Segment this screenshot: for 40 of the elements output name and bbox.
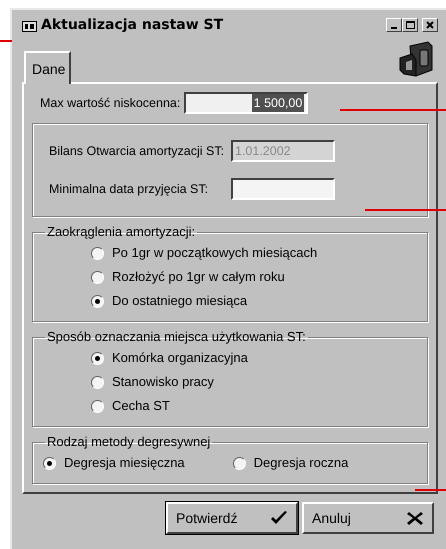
- radio-icon[interactable]: [91, 352, 104, 364]
- date-field: 1.01.2002: [231, 140, 335, 162]
- group-title: Zaokrąglenia amortyzacji:: [46, 225, 196, 238]
- radio-icon[interactable]: [91, 376, 104, 388]
- radio-option[interactable]: Degresja roczna: [232, 451, 348, 475]
- window-icon: [22, 18, 37, 32]
- group-title: Sposób oznaczania miejsca użytkowania ST:: [46, 330, 307, 343]
- leader-line: [415, 489, 446, 491]
- radio-option[interactable]: Rozłożyć po 1gr w całym roku: [91, 265, 417, 289]
- radio-icon[interactable]: [91, 246, 104, 260]
- radio-option[interactable]: Komórka organizacyjna: [91, 346, 417, 370]
- radio-icon[interactable]: [43, 456, 56, 470]
- close-icon: [426, 21, 434, 29]
- window-title: Aktualizacja nastaw ST: [41, 16, 224, 34]
- tab[interactable]: Dane: [24, 51, 72, 84]
- radio-option[interactable]: Do ostatniego miesiąca: [91, 289, 417, 313]
- logo-icon: [398, 40, 434, 78]
- radio-option[interactable]: Po 1gr w początkowych miesiącach: [91, 241, 417, 265]
- radio-option[interactable]: Cecha ST: [91, 394, 417, 418]
- date-field[interactable]: [231, 178, 335, 200]
- amount-field[interactable]: 1 500,00: [184, 92, 308, 114]
- field-label: Bilans Otwarcia amortyzacji ST:: [49, 142, 226, 160]
- radio-icon[interactable]: [91, 400, 104, 412]
- check-icon: [270, 510, 288, 526]
- close-button[interactable]: [422, 18, 438, 32]
- field-label: Max wartość niskocenna:: [40, 94, 180, 112]
- leader-line: [0, 40, 12, 42]
- maximize-icon: [406, 21, 414, 29]
- minimize-button[interactable]: [386, 18, 402, 32]
- maximize-button[interactable]: [402, 18, 418, 32]
- radio-icon[interactable]: [232, 456, 246, 470]
- group-title: Rodzaj metody degresywnej: [46, 435, 212, 448]
- confirm-button[interactable]: Potwierdź: [166, 502, 298, 534]
- radio-icon[interactable]: [91, 294, 104, 308]
- close-icon: [406, 510, 424, 526]
- cancel-button[interactable]: Anuluj: [302, 502, 434, 534]
- radio-icon[interactable]: [91, 270, 104, 284]
- field-label: Minimalna data przyjęcia ST:: [49, 180, 210, 198]
- radio-option[interactable]: Degresja miesięczna: [43, 451, 185, 475]
- radio-option[interactable]: Stanowisko pracy: [91, 370, 417, 394]
